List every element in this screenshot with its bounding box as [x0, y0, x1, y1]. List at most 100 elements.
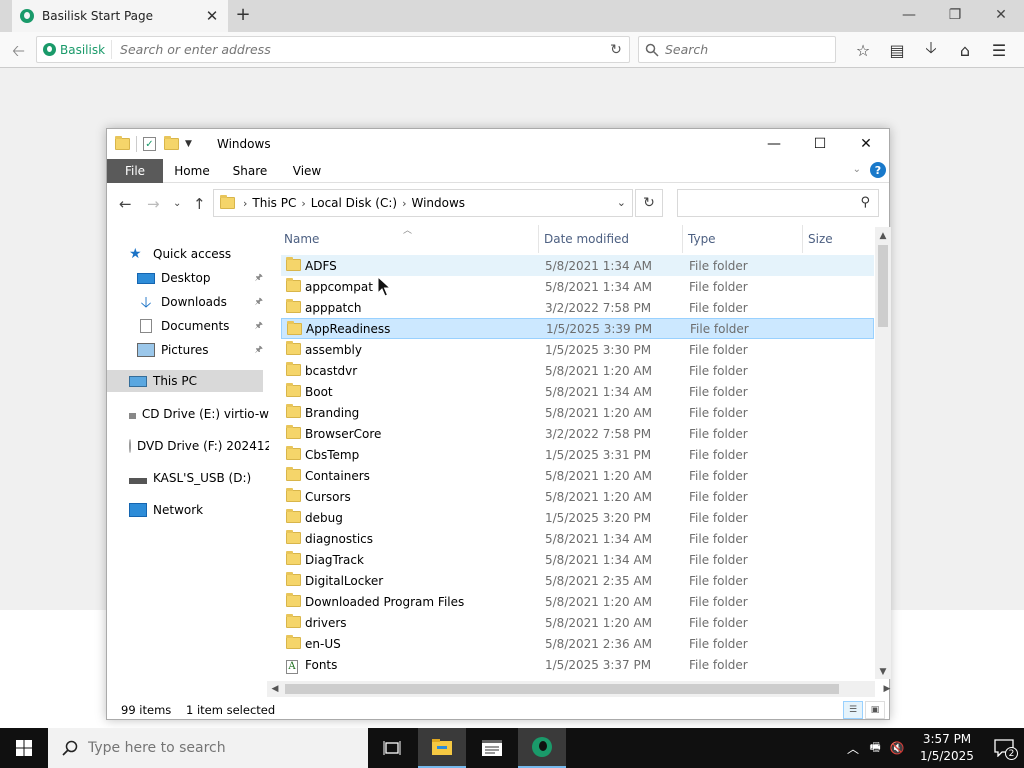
explorer-maximize-button[interactable]: ☐: [797, 129, 843, 159]
file-row[interactable]: Branding 5/8/2021 1:20 AM File folder: [281, 402, 874, 423]
volume-muted-icon[interactable]: 🔇: [886, 741, 908, 755]
action-center-button[interactable]: 2: [984, 728, 1024, 768]
nav-pictures[interactable]: Pictures 🖈: [137, 339, 263, 361]
horizontal-scrollbar[interactable]: ◀ ▶: [267, 681, 890, 697]
file-row[interactable]: drivers 5/8/2021 1:20 AM File folder: [281, 612, 874, 633]
taskbar-search-input[interactable]: [88, 740, 368, 756]
menu-icon[interactable]: ☰: [982, 38, 1016, 62]
new-tab-button[interactable]: +: [232, 4, 254, 26]
column-type[interactable]: Type: [685, 225, 803, 253]
file-row[interactable]: DigitalLocker 5/8/2021 2:35 AM File folder: [281, 570, 874, 591]
scroll-thumb[interactable]: [878, 245, 888, 327]
task-view-button[interactable]: [368, 728, 416, 768]
file-row[interactable]: Boot 5/8/2021 1:34 AM File folder: [281, 381, 874, 402]
breadcrumb-this-pc[interactable]: This PC: [252, 196, 296, 210]
help-icon[interactable]: ?: [870, 162, 886, 178]
nav-documents[interactable]: Documents 🖈: [137, 315, 263, 337]
start-button[interactable]: [0, 728, 48, 768]
nav-this-pc[interactable]: This PC: [107, 370, 263, 392]
file-row[interactable]: assembly 1/5/2025 3:30 PM File folder: [281, 339, 874, 360]
address-bar[interactable]: › This PC › Local Disk (C:) › Windows ⌄: [213, 189, 633, 217]
file-row[interactable]: DiagTrack 5/8/2021 1:34 AM File folder: [281, 549, 874, 570]
scroll-up-icon[interactable]: ▲: [875, 229, 891, 243]
address-dropdown-icon[interactable]: ⌄: [617, 196, 626, 209]
clock[interactable]: 3:57 PM 1/5/2025: [910, 731, 984, 765]
forward-icon[interactable]: →: [147, 195, 160, 213]
back-arrow-icon[interactable]: 🡠: [12, 40, 25, 67]
scroll-down-icon[interactable]: ▼: [875, 665, 891, 679]
column-date-modified[interactable]: Date modified: [541, 225, 683, 253]
vertical-scrollbar[interactable]: ▲ ▼: [875, 227, 891, 679]
tab-close-icon[interactable]: ✕: [204, 7, 220, 25]
url-input[interactable]: [112, 42, 603, 57]
show-hidden-icons-icon[interactable]: ︿: [842, 740, 864, 757]
nav-cd-drive[interactable]: CD Drive (E:) virtio-w: [129, 403, 269, 425]
network-tray-icon[interactable]: 🖷: [864, 738, 886, 759]
up-icon[interactable]: ↑: [193, 195, 206, 213]
nav-usb-drive[interactable]: KASL'S_USB (D:): [129, 467, 269, 489]
refresh-button[interactable]: ↻: [635, 189, 663, 217]
nav-quick-access[interactable]: ★ Quick access: [129, 243, 269, 265]
file-row[interactable]: Containers 5/8/2021 1:20 AM File folder: [281, 465, 874, 486]
scroll-right-icon[interactable]: ▶: [879, 681, 895, 697]
bookmarks-menu-icon[interactable]: ▤: [880, 38, 914, 62]
new-folder-icon[interactable]: [164, 136, 179, 150]
column-name[interactable]: Name: [281, 225, 539, 253]
file-row[interactable]: en-US 5/8/2021 2:36 AM File folder: [281, 633, 874, 654]
breadcrumb-separator-icon[interactable]: ›: [243, 197, 247, 210]
explorer-minimize-button[interactable]: —: [751, 129, 797, 159]
breadcrumb-local-disk[interactable]: Local Disk (C:): [311, 196, 397, 210]
tab-file[interactable]: File: [107, 159, 163, 183]
explorer-search-box[interactable]: ⚲: [677, 189, 879, 217]
scroll-left-icon[interactable]: ◀: [267, 681, 283, 697]
breadcrumb-separator-icon[interactable]: ›: [402, 197, 406, 210]
expand-ribbon-icon[interactable]: ⌄: [853, 164, 861, 175]
breadcrumb-windows[interactable]: Windows: [411, 196, 465, 210]
file-row[interactable]: BrowserCore 3/2/2022 7:58 PM File folder: [281, 423, 874, 444]
recent-locations-icon[interactable]: ⌄: [173, 198, 181, 209]
file-row[interactable]: Cursors 5/8/2021 1:20 AM File folder: [281, 486, 874, 507]
properties-check-icon[interactable]: ✓: [143, 137, 156, 151]
nav-network[interactable]: Network: [129, 499, 269, 521]
browser-tab[interactable]: Basilisk Start Page ✕: [12, 0, 228, 32]
browser-search-bar[interactable]: [638, 36, 836, 63]
file-row[interactable]: diagnostics 5/8/2021 1:34 AM File folder: [281, 528, 874, 549]
file-row[interactable]: appcompat 5/8/2021 1:34 AM File folder: [281, 276, 874, 297]
customize-dropdown-icon[interactable]: ▼: [185, 139, 192, 149]
file-row[interactable]: apppatch 3/2/2022 7:58 PM File folder: [281, 297, 874, 318]
file-row[interactable]: Downloaded Program Files 5/8/2021 1:20 AM…: [281, 591, 874, 612]
taskbar-basilisk[interactable]: [518, 728, 566, 768]
file-row[interactable]: debug 1/5/2025 3:20 PM File folder: [281, 507, 874, 528]
explorer-titlebar[interactable]: ✓ ▼ Windows — ☐ ✕: [107, 129, 889, 159]
reload-icon[interactable]: ↻: [603, 42, 629, 58]
back-icon[interactable]: ←: [119, 195, 132, 213]
identity-box[interactable]: Basilisk: [37, 40, 113, 59]
tab-share[interactable]: Share: [221, 159, 279, 183]
large-icons-view-icon[interactable]: ▣: [865, 701, 885, 719]
details-view-icon[interactable]: ☰: [843, 701, 863, 719]
tab-home[interactable]: Home: [165, 159, 219, 183]
file-row[interactable]: bcastdvr 5/8/2021 1:20 AM File folder: [281, 360, 874, 381]
close-window-button[interactable]: ✕: [978, 0, 1024, 30]
tab-view[interactable]: View: [281, 159, 333, 183]
file-row[interactable]: ADFS 5/8/2021 1:34 AM File folder: [281, 255, 874, 276]
nav-dvd-drive[interactable]: DVD Drive (F:) 202412: [129, 435, 269, 457]
downloads-icon[interactable]: 🡣: [914, 38, 948, 62]
breadcrumb-separator-icon[interactable]: ›: [301, 197, 305, 210]
file-row[interactable]: A Fonts 1/5/2025 3:37 PM File folder: [281, 654, 874, 675]
taskbar-app[interactable]: [468, 728, 516, 768]
taskbar-file-explorer[interactable]: [418, 728, 466, 768]
nav-desktop[interactable]: Desktop 🖈: [137, 267, 263, 289]
browser-search-input[interactable]: [659, 42, 835, 57]
restore-button[interactable]: ❐: [932, 0, 978, 30]
explorer-close-button[interactable]: ✕: [843, 129, 889, 159]
url-bar[interactable]: Basilisk ↻: [36, 36, 630, 63]
scroll-thumb[interactable]: [285, 684, 839, 694]
file-row[interactable]: AppReadiness 1/5/2025 3:39 PM File folder: [281, 318, 874, 339]
home-icon[interactable]: ⌂: [948, 38, 982, 62]
bookmark-star-icon[interactable]: ☆: [846, 38, 880, 62]
column-size[interactable]: Size: [805, 225, 875, 253]
taskbar-search[interactable]: [48, 728, 368, 768]
file-row[interactable]: CbsTemp 1/5/2025 3:31 PM File folder: [281, 444, 874, 465]
nav-downloads[interactable]: 🡣 Downloads 🖈: [137, 291, 263, 313]
